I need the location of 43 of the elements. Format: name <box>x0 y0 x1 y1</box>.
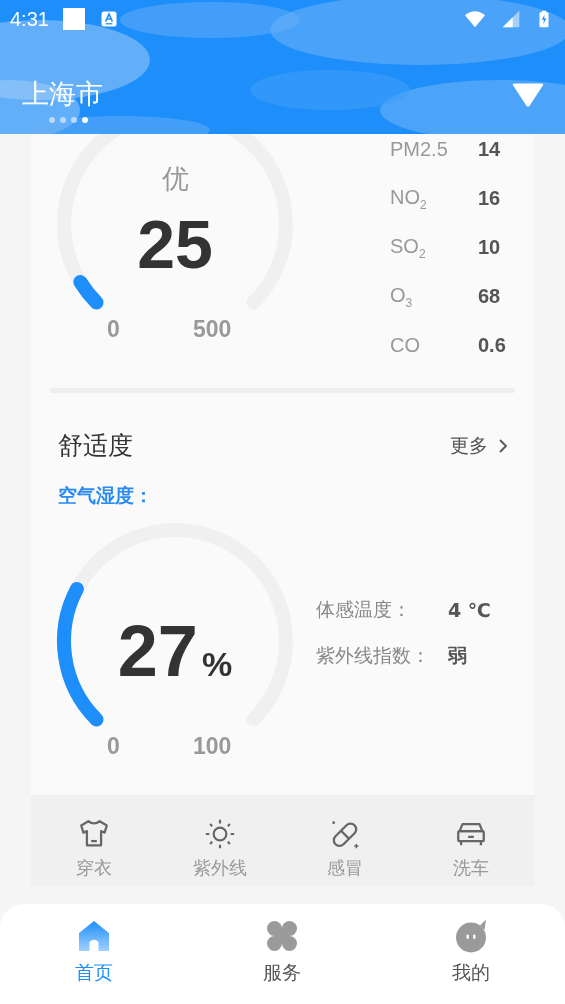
nav-tab[interactable]: 首页 <box>0 904 189 1004</box>
status-time: 4:31 <box>10 7 49 31</box>
pollutant-value: 14 <box>478 138 501 161</box>
notification-icon <box>62 8 85 30</box>
aqi-value: 25 <box>136 205 214 284</box>
pollutant-name: NO$_{2}$ <box>390 185 428 212</box>
index-item[interactable]: 洗车 <box>408 794 534 886</box>
pollutant-value: 16 <box>478 187 501 210</box>
index-item[interactable]: 感冒 <box>282 794 409 886</box>
page-dot[interactable] <box>60 117 66 123</box>
detail-label: 体感温度： <box>316 596 412 622</box>
pollutant-name: PM2.5 <box>390 138 449 161</box>
page-dot[interactable] <box>82 117 88 123</box>
gauge-min: 0 <box>107 732 120 760</box>
pollutant-value: 10 <box>478 236 501 259</box>
humidity-value: 27 <box>117 609 198 693</box>
page-dot[interactable] <box>49 117 55 123</box>
pollutant-value: 68 <box>478 285 501 308</box>
chevron-icon <box>498 437 508 454</box>
gauge-fill <box>73 275 104 310</box>
signal-icon <box>501 9 521 29</box>
index-item[interactable]: 紫外线 <box>156 794 283 886</box>
detail-value: 4 ℃ <box>448 598 491 621</box>
pollutant-name: SO$_{2}$ <box>390 234 427 261</box>
more-link[interactable]: 更多 <box>450 432 508 459</box>
page-dot[interactable] <box>71 117 77 123</box>
humidity-label: 空气湿度： <box>57 482 154 507</box>
quality-grade: 优 <box>160 162 190 196</box>
gauge-max: 500 <box>193 316 232 343</box>
nav-tab[interactable]: 我的 <box>376 904 565 1004</box>
pollutant-value: 0.6 <box>478 334 506 357</box>
detail-value: 弱 <box>448 642 467 668</box>
nav-tab[interactable]: 服务 <box>188 904 377 1004</box>
gauge-min: 0 <box>107 316 120 343</box>
percent-unit: % <box>201 644 233 684</box>
pollutant-name: CO <box>390 334 421 357</box>
index-item[interactable]: 穿衣 <box>31 794 157 886</box>
detail-label: 紫外线指数： <box>316 642 431 668</box>
city-name: 上海市 <box>22 77 103 111</box>
gauge-max: 100 <box>193 732 232 760</box>
wifi-icon <box>463 8 487 30</box>
pollutant-name: O$_{3}$ <box>390 283 414 310</box>
section-title: 舒适度 <box>58 430 133 463</box>
